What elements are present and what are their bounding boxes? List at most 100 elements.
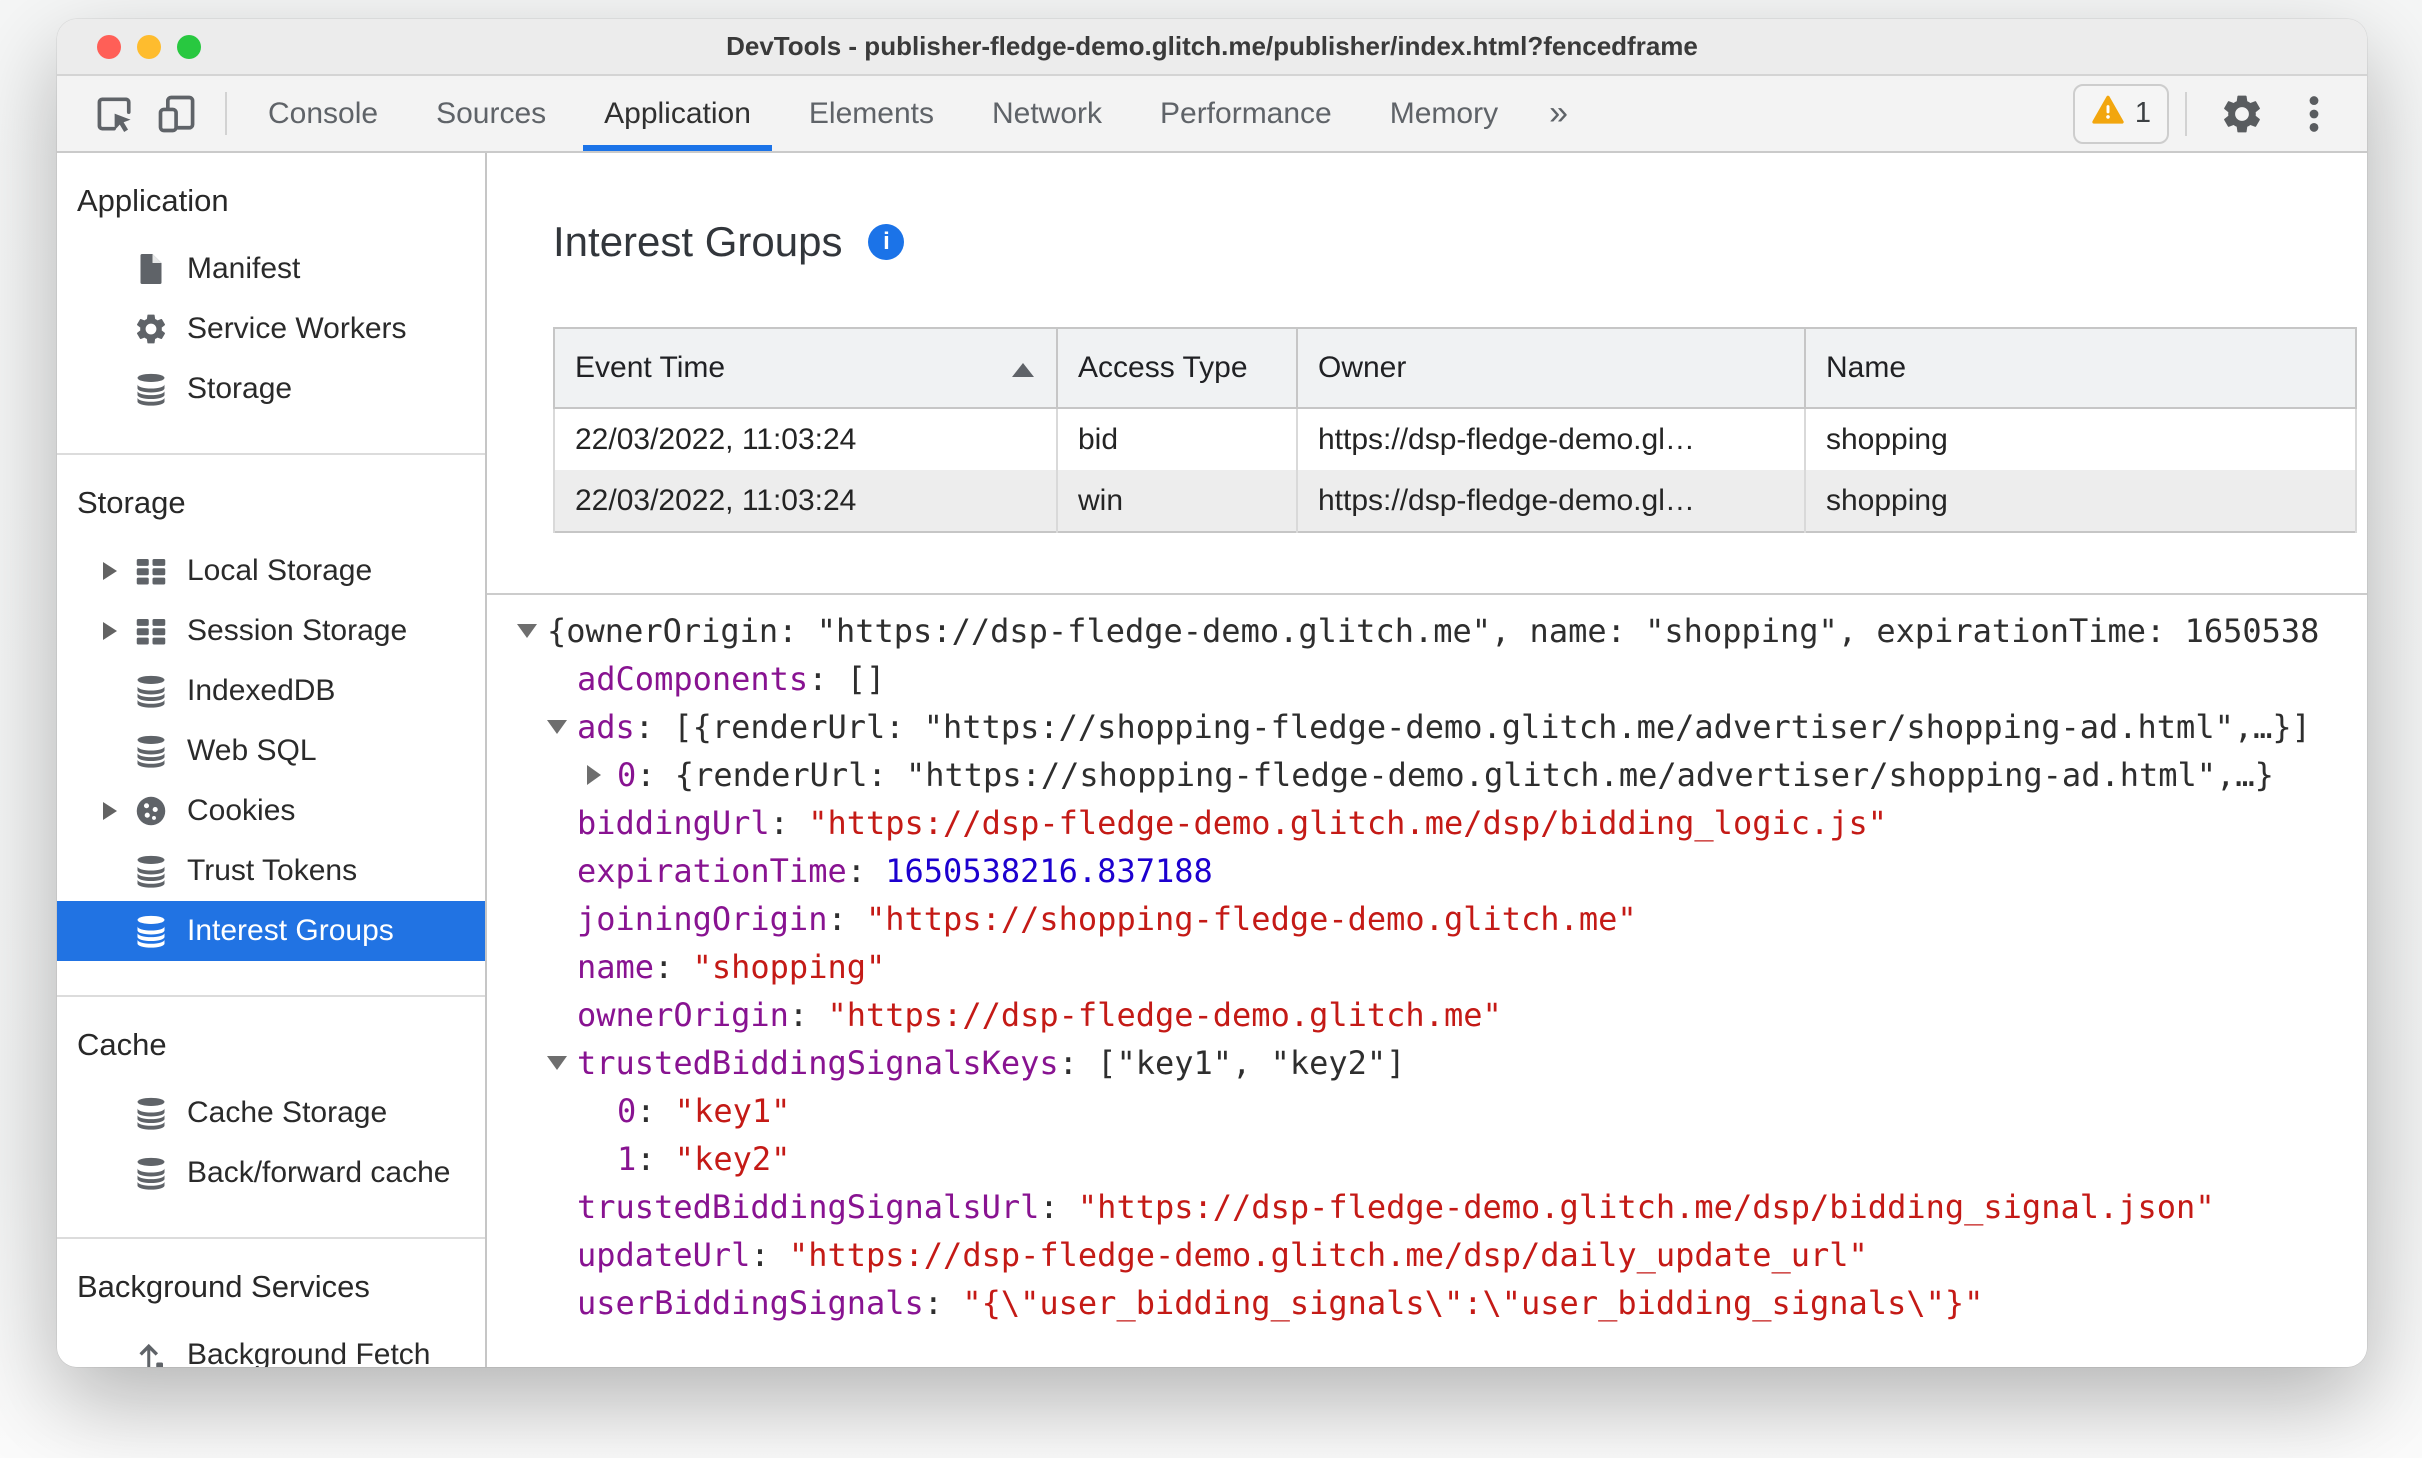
sidebar-item-service-workers[interactable]: Service Workers — [57, 299, 485, 359]
sidebar-item-cache-storage[interactable]: Cache Storage — [57, 1083, 485, 1143]
expand-arrow-icon[interactable] — [587, 765, 617, 785]
tree-separator: : — [1058, 1044, 1098, 1082]
warning-triangle-icon — [2091, 94, 2125, 134]
sidebar-item-label: Back/forward cache — [187, 1156, 451, 1189]
tab-label: Elements — [808, 96, 934, 130]
tree-value-string: "key1" — [674, 1092, 791, 1130]
column-header-label: Access Type — [1078, 351, 1248, 384]
device-toolbar-icon[interactable] — [155, 92, 199, 136]
info-icon[interactable]: i — [868, 224, 905, 260]
tab-network[interactable]: Network — [963, 76, 1131, 151]
tab-label: Network — [991, 96, 1102, 130]
tab-label: » — [1549, 94, 1569, 132]
three-dot-menu-icon[interactable] — [2291, 91, 2337, 137]
inspect-cursor-icon[interactable] — [93, 92, 137, 136]
expand-arrow-icon[interactable] — [103, 802, 133, 820]
tab-elements[interactable]: Elements — [780, 76, 963, 151]
zoom-button[interactable] — [177, 34, 201, 59]
sidebar-item-label: Storage — [187, 372, 293, 405]
tree-row[interactable]: {ownerOrigin: "https://dsp-fledge-demo.g… — [487, 607, 2367, 655]
tab-application[interactable]: Application — [575, 76, 780, 151]
sidebar-item-interest-groups[interactable]: Interest Groups — [57, 901, 485, 961]
sidebar-item-manifest[interactable]: Manifest — [57, 239, 485, 299]
tree-key-property: adComponents — [577, 660, 809, 698]
column-header-label: Event Time — [575, 351, 726, 384]
tree-value-string: "shopping" — [692, 948, 886, 986]
close-button[interactable] — [97, 34, 121, 59]
tree-row[interactable]: ads: [{renderUrl: "https://shopping-fled… — [487, 703, 2367, 751]
tree-separator: : — [788, 996, 828, 1034]
column-header-label: Owner — [1318, 351, 1407, 384]
sidebar-item-label: Session Storage — [187, 614, 408, 647]
sidebar-item-back-forward-cache[interactable]: Back/forward cache — [57, 1143, 485, 1203]
sidebar-section-header: Cache — [77, 1027, 167, 1062]
sidebar-item-background-fetch[interactable]: Background Fetch — [57, 1325, 485, 1367]
tree-value-string: "key2" — [674, 1140, 791, 1178]
title-bar: DevTools - publisher-fledge-demo.glitch.… — [57, 19, 2367, 76]
expand-arrow-icon[interactable] — [103, 562, 133, 580]
database-icon — [133, 1095, 169, 1131]
warnings-badge[interactable]: 1 — [2072, 83, 2169, 144]
devtools-toolbar: Console Sources Application Elements Network… — [57, 76, 2367, 153]
collapse-arrow-icon[interactable] — [517, 624, 547, 638]
tab-label: Application — [604, 96, 751, 130]
tree-row: name: "shopping" — [487, 943, 2367, 991]
tree-key-index: 0 — [617, 756, 637, 794]
window-title: DevTools - publisher-fledge-demo.glitch.… — [726, 31, 1698, 61]
minimize-button[interactable] — [137, 34, 161, 59]
tree-value-preview: [{renderUrl: "https://shopping-fledge-de… — [673, 708, 2311, 746]
sidebar-item-session-storage[interactable]: Session Storage — [57, 601, 485, 661]
warning-count: 1 — [2134, 97, 2151, 129]
gear-icon[interactable] — [2219, 91, 2265, 137]
sidebar-section-header: Application — [77, 183, 229, 218]
sidebar-item-indexeddb[interactable]: IndexedDB — [57, 661, 485, 721]
tree-separator: : — [923, 1284, 963, 1322]
more-tabs-button[interactable]: » — [1527, 76, 1590, 151]
tree-key-index: 1 — [617, 1140, 637, 1178]
tree-value-string: "https://dsp-fledge-demo.glitch.me/dsp/d… — [788, 1236, 1868, 1274]
interest-groups-table: Event Time Access Type Owner Name 22/03/202… — [553, 327, 2357, 533]
tab-label: Sources — [436, 96, 547, 130]
traffic-lights — [97, 19, 201, 74]
tree-value-preview: ["key1", "key2"] — [1097, 1044, 1406, 1082]
table-row[interactable]: 22/03/2022, 11:03:24 win https://dsp-fledg… — [553, 470, 2357, 532]
sidebar-section: Application Manifest Service Workers Storag… — [57, 153, 485, 455]
sidebar-item-label: Cache Storage — [187, 1096, 388, 1129]
tree-row[interactable]: trustedBiddingSignalsKeys: ["key1", "key… — [487, 1039, 2367, 1087]
table-cell: 22/03/2022, 11:03:24 — [553, 408, 1058, 470]
sidebar-item-trust-tokens[interactable]: Trust Tokens — [57, 841, 485, 901]
sidebar-item-label: Interest Groups — [187, 914, 394, 947]
sidebar-item-label: Local Storage — [187, 554, 373, 587]
tab-label: Performance — [1160, 96, 1332, 130]
table-cell: https://dsp-fledge-demo.gl… — [1296, 408, 1806, 470]
tree-separator: : — [1039, 1188, 1078, 1226]
tab-memory[interactable]: Memory — [1361, 76, 1527, 151]
tree-key-property: name — [577, 948, 655, 986]
tree-value-string: "https://dsp-fledge-demo.glitch.me/dsp/b… — [1077, 1188, 2215, 1226]
collapse-arrow-icon[interactable] — [547, 1056, 577, 1070]
tab-console[interactable]: Console — [239, 76, 407, 151]
interest-groups-panel: Interest Groups i Event Time Access Type O… — [487, 153, 2367, 1367]
tab-sources[interactable]: Sources — [407, 76, 575, 151]
sidebar-item-local-storage[interactable]: Local Storage — [57, 541, 485, 601]
sidebar-item-cookies[interactable]: Cookies — [57, 781, 485, 841]
expand-arrow-icon[interactable] — [103, 622, 133, 640]
tree-value-string: "{\"user_bidding_signals\":\"user_biddin… — [962, 1284, 1984, 1322]
tree-separator: : — [769, 804, 809, 842]
column-header-name[interactable]: Name — [1804, 327, 2357, 409]
column-header-event-time[interactable]: Event Time — [553, 327, 1058, 409]
tab-performance[interactable]: Performance — [1131, 76, 1361, 151]
tree-row[interactable]: 0: {renderUrl: "https://shopping-fledge-… — [487, 751, 2367, 799]
tree-key-property: updateUrl — [577, 1236, 751, 1274]
tree-separator: : — [636, 756, 675, 794]
sidebar-item-web-sql[interactable]: Web SQL — [57, 721, 485, 781]
collapse-arrow-icon[interactable] — [547, 720, 577, 734]
tree-separator: : — [636, 1140, 675, 1178]
tree-separator: : — [634, 708, 674, 746]
column-header-owner[interactable]: Owner — [1296, 327, 1806, 409]
table-row[interactable]: 22/03/2022, 11:03:24 bid https://dsp-fledg… — [553, 408, 2357, 470]
column-header-access-type[interactable]: Access Type — [1056, 327, 1298, 409]
tree-key-property: trustedBiddingSignalsUrl — [577, 1188, 1040, 1226]
sidebar-item-storage[interactable]: Storage — [57, 359, 485, 419]
sidebar-item-label: Background Fetch — [187, 1338, 431, 1367]
